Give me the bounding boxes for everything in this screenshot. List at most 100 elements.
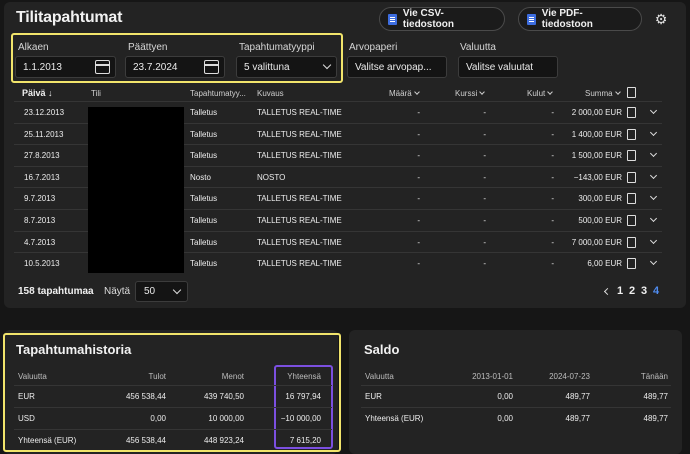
expand-row-chevron-icon[interactable] (649, 258, 658, 266)
pdf-receipt-icon[interactable] (627, 150, 636, 162)
page-link-4[interactable]: 4 (653, 285, 659, 297)
export-pdf-button[interactable]: Vie PDF-tiedostoon (518, 7, 642, 31)
cell-type: Talletus (190, 151, 218, 161)
cell-quantity: - (417, 194, 420, 204)
column-header-amount[interactable]: Summa (585, 89, 621, 98)
cell-amount: 300,00 EUR (578, 194, 622, 204)
balance-cell-d1: 0,00 (497, 392, 513, 401)
end-date-field[interactable]: 23.7.2024 (125, 56, 225, 78)
chevron-down-icon (172, 285, 182, 295)
page-size-select[interactable]: 50 (135, 281, 188, 302)
history-cell-currency: EUR (18, 392, 35, 401)
calendar-icon[interactable] (95, 60, 110, 74)
end-date-label: Päättyen (128, 42, 168, 53)
row-divider (361, 385, 671, 386)
column-header-price[interactable]: Kurssi (455, 89, 486, 98)
cell-type: Talletus (190, 129, 218, 139)
page-link-1[interactable]: 1 (617, 285, 623, 297)
pdf-receipt-icon[interactable] (627, 215, 636, 226)
cell-description: TALLETUS REAL-TIME (257, 151, 342, 161)
cell-fees: - (551, 172, 554, 182)
cell-date: 23.12.2013 (24, 108, 65, 117)
history-cell-income: 0,00 (150, 414, 166, 423)
pdf-receipt-icon[interactable] (627, 107, 636, 118)
type-select[interactable]: 5 valittuna (236, 56, 337, 78)
column-header-type[interactable]: Tapahtumatyy... (190, 89, 246, 98)
pdf-receipt-icon[interactable] (627, 258, 636, 270)
pdf-receipt-icon[interactable] (627, 171, 636, 183)
history-cell-expenses: 10 000,00 (208, 414, 244, 423)
calendar-icon[interactable] (204, 60, 219, 74)
cell-quantity: - (417, 172, 420, 182)
currency-select[interactable]: Valitse valuutat (458, 56, 558, 78)
export-csv-label: Vie CSV-tiedostoon (402, 8, 455, 30)
expand-row-chevron-icon[interactable] (649, 236, 658, 244)
cell-fees: - (551, 194, 554, 204)
expand-row-chevron-icon[interactable] (649, 193, 658, 201)
balance-cell-d1: 0,00 (497, 414, 513, 423)
balance-cell-today: 489,77 (643, 414, 668, 423)
column-header-quantity[interactable]: Määrä (389, 89, 420, 98)
cell-type: Talletus (190, 259, 218, 269)
cell-fees: - (551, 216, 554, 225)
chevron-down-icon (413, 89, 420, 95)
pdf-receipt-icon[interactable] (627, 128, 636, 140)
start-date-field[interactable]: 1.1.2013 (15, 56, 116, 78)
cell-price: - (483, 108, 486, 117)
balance-header-end-date: 2024-07-23 (549, 372, 590, 381)
page-link-2[interactable]: 2 (629, 285, 635, 297)
cell-description: TALLETUS REAL-TIME (257, 129, 342, 139)
pdf-receipt-icon[interactable] (627, 236, 636, 248)
security-select[interactable]: Valitse arvopap... (347, 56, 447, 78)
row-divider (361, 407, 671, 408)
column-header-fees[interactable]: Kulut (527, 89, 554, 98)
expand-row-chevron-icon[interactable] (649, 106, 658, 115)
export-pdf-label: Vie PDF-tiedostoon (541, 8, 593, 30)
cell-price: - (483, 129, 486, 139)
row-divider (14, 429, 332, 430)
history-cell-income: 456 538,44 (125, 392, 166, 401)
cell-type: Talletus (190, 216, 218, 225)
balance-header-start-date: 2013-01-01 (472, 372, 513, 381)
cell-quantity: - (417, 259, 420, 269)
type-value: 5 valittuna (244, 61, 290, 73)
cell-description: TALLETUS REAL-TIME (257, 216, 342, 225)
cell-fees: - (551, 108, 554, 117)
column-header-account: Tili (91, 89, 101, 98)
currency-label: Valuutta (460, 42, 496, 53)
redacted-account-column (88, 107, 184, 273)
cell-fees: - (551, 151, 554, 161)
page-link-3[interactable]: 3 (641, 285, 647, 297)
cell-date: 4.7.2013 (24, 237, 56, 247)
cell-date: 9.7.2013 (24, 194, 56, 204)
export-csv-button[interactable]: Vie CSV-tiedostoon (379, 7, 505, 31)
history-cell-total: 16 797,94 (285, 392, 321, 401)
expand-row-chevron-icon[interactable] (649, 150, 658, 158)
expand-row-chevron-icon[interactable] (649, 128, 658, 136)
pdf-export-all-icon[interactable] (627, 87, 636, 98)
pdf-file-icon (527, 13, 536, 25)
pdf-receipt-icon[interactable] (627, 193, 636, 205)
balance-cell-currency: Yhteensä (EUR) (365, 414, 424, 423)
history-header-expenses: Menot (221, 372, 244, 381)
expand-row-chevron-icon[interactable] (649, 214, 658, 223)
security-placeholder: Valitse arvopap... (355, 61, 432, 73)
expand-row-chevron-icon[interactable] (649, 171, 658, 179)
csv-file-icon (388, 13, 397, 25)
security-label: Arvopaperi (349, 42, 398, 53)
row-divider (14, 385, 332, 386)
balance-header-today: Tänään (640, 372, 668, 381)
gear-icon[interactable]: ⚙ (653, 11, 669, 27)
cell-fees: - (551, 129, 554, 139)
page-size-label: Näytä (104, 286, 131, 297)
page-size-value: 50 (144, 286, 156, 297)
chevron-down-icon (547, 89, 554, 95)
cell-description: TALLETUS REAL-TIME (257, 108, 342, 117)
cell-amount: 1 400,00 EUR (571, 129, 622, 139)
cell-date: 8.7.2013 (24, 216, 56, 225)
column-header-date[interactable]: Päivä ↓ (22, 88, 53, 98)
cell-date: 27.8.2013 (24, 151, 60, 161)
cell-type: Talletus (190, 237, 218, 247)
column-header-description: Kuvaus (257, 89, 284, 98)
cell-fees: - (551, 237, 554, 247)
